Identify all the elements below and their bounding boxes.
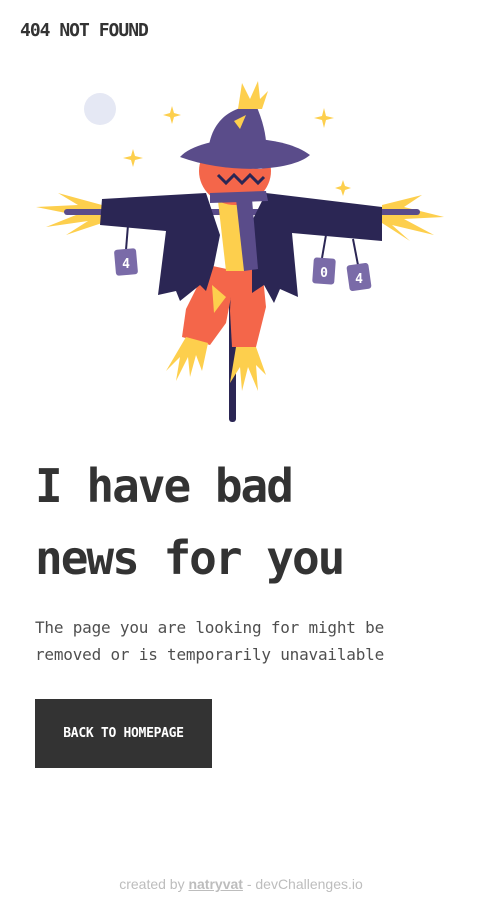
page-headline: I have bad news for you bbox=[35, 450, 455, 594]
footer-prefix: created by bbox=[119, 876, 189, 892]
hat-icon bbox=[180, 81, 310, 169]
can-label: 4 bbox=[122, 257, 130, 272]
description-line: The page you are looking for might be bbox=[35, 618, 385, 637]
description-line: removed or is temporarily unavailable bbox=[35, 645, 385, 664]
page-description: The page you are looking for might be re… bbox=[35, 614, 455, 668]
footer-suffix: - devChallenges.io bbox=[242, 876, 363, 892]
author-link[interactable]: natryvat bbox=[188, 876, 242, 892]
headline-line: news for you bbox=[35, 531, 345, 585]
can-label: 4 bbox=[355, 272, 363, 287]
headline-line: I have bad bbox=[35, 459, 294, 513]
moon-icon bbox=[84, 93, 116, 125]
can-label: 0 bbox=[320, 266, 328, 281]
brand-title: 404 NOT FOUND bbox=[20, 20, 149, 41]
scarecrow-illustration: 4 0 4 bbox=[36, 81, 444, 422]
back-to-homepage-button[interactable]: BACK TO HOMEPAGE bbox=[35, 699, 212, 768]
footer-credit: created by natryvat - devChallenges.io bbox=[0, 876, 482, 892]
